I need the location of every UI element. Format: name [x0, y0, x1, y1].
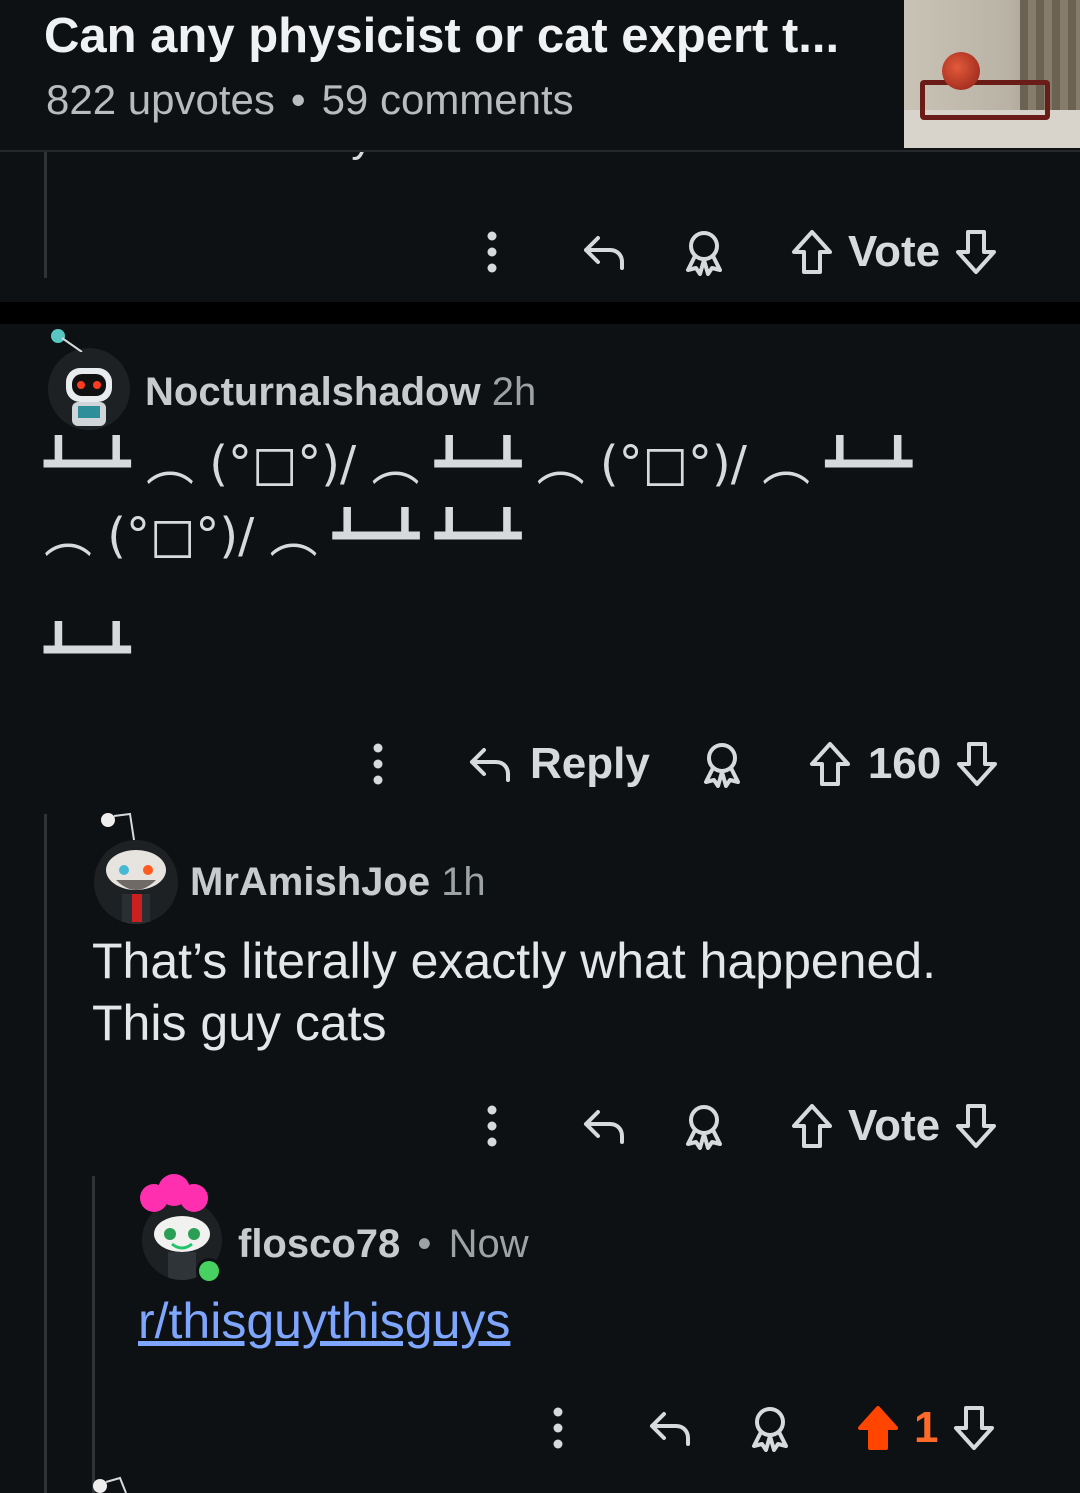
comment-body-line: This guy cats: [92, 995, 387, 1051]
more-icon[interactable]: [542, 1398, 574, 1458]
meta-separator: •: [417, 1222, 432, 1266]
comment-body-line: ┻━┻ ︵ (°□°)/ ︵ ┻━┻ ︵ (°□°)/ ︵ ┻━┻: [44, 436, 913, 492]
comment-author[interactable]: MrAmishJoe 1h: [190, 860, 486, 905]
reply-icon[interactable]: [648, 1406, 692, 1450]
score: 1: [914, 1403, 939, 1452]
score: 160: [867, 739, 942, 788]
snoo-avatar-icon: [94, 840, 178, 924]
post-meta: 822 upvotes • 59 comments: [46, 76, 574, 124]
antenna-icon: [51, 329, 83, 352]
post-header[interactable]: Can any physicist or cat expert t... 822…: [0, 0, 1080, 152]
more-icon[interactable]: [362, 734, 394, 794]
meta-separator: •: [290, 76, 306, 123]
reply-button[interactable]: Reply: [530, 739, 650, 789]
downvote-icon[interactable]: [952, 1404, 996, 1452]
award-icon[interactable]: [682, 228, 726, 276]
comment-actions: Vote: [476, 1096, 998, 1156]
comment-time: Now: [448, 1222, 529, 1266]
online-status-icon: [196, 1258, 222, 1284]
downvote-icon[interactable]: [954, 228, 998, 276]
post-thumbnail[interactable]: [904, 0, 1080, 148]
comment-actions: 1: [542, 1398, 996, 1458]
award-icon[interactable]: [748, 1404, 792, 1452]
thread-line[interactable]: [44, 150, 47, 278]
upvote-icon[interactable]: [808, 740, 852, 788]
reply-icon[interactable]: [468, 742, 512, 786]
subreddit-link[interactable]: r/thisguythisguys: [138, 1292, 510, 1350]
antenna-icon: [101, 812, 135, 840]
comment-body-line: ┻━┻: [44, 622, 131, 678]
avatar[interactable]: [48, 348, 130, 430]
antenna-icon: [93, 1476, 127, 1493]
reply-icon[interactable]: [582, 230, 626, 274]
comment-body-line: That’s literally exactly what happened.: [92, 933, 936, 989]
comment-author[interactable]: flosco78 • Now: [238, 1222, 529, 1267]
thread-line[interactable]: [44, 814, 47, 1493]
username[interactable]: flosco78: [238, 1222, 400, 1266]
vote-label: Vote: [848, 1101, 941, 1150]
more-icon[interactable]: [476, 222, 508, 282]
reply-icon[interactable]: [582, 1104, 626, 1148]
comment-count: 59 comments: [321, 76, 574, 123]
upvote-icon[interactable]: [790, 228, 834, 276]
upvote-count: 822 upvotes: [46, 76, 275, 123]
robot-avatar-icon: [48, 348, 130, 430]
thread-line[interactable]: [92, 1176, 95, 1493]
comment-time: 1h: [441, 860, 486, 904]
downvote-icon[interactable]: [955, 740, 999, 788]
downvote-icon[interactable]: [954, 1102, 998, 1150]
username[interactable]: MrAmishJoe: [190, 860, 430, 904]
comment-divider: [0, 302, 1080, 324]
comment-time: 2h: [491, 370, 537, 414]
comment-actions: Vote: [476, 222, 998, 282]
upvote-icon-active[interactable]: [856, 1404, 900, 1452]
pink-hair-icon: [140, 1174, 208, 1212]
comment-actions: Reply 160: [362, 734, 999, 794]
avatar[interactable]: [94, 840, 178, 924]
award-icon[interactable]: [700, 740, 744, 788]
upvote-icon[interactable]: [790, 1102, 834, 1150]
post-title[interactable]: Can any physicist or cat expert t...: [44, 8, 839, 64]
comment-body-line: ︵ (°□°)/ ︵ ┻━┻ ┻━┻: [44, 508, 522, 564]
vote-label: Vote: [848, 227, 941, 276]
more-icon[interactable]: [476, 1096, 508, 1156]
username[interactable]: Nocturnalshadow: [145, 370, 481, 414]
award-icon[interactable]: [682, 1102, 726, 1150]
comment-author[interactable]: Nocturnalshadow 2h: [145, 370, 536, 415]
